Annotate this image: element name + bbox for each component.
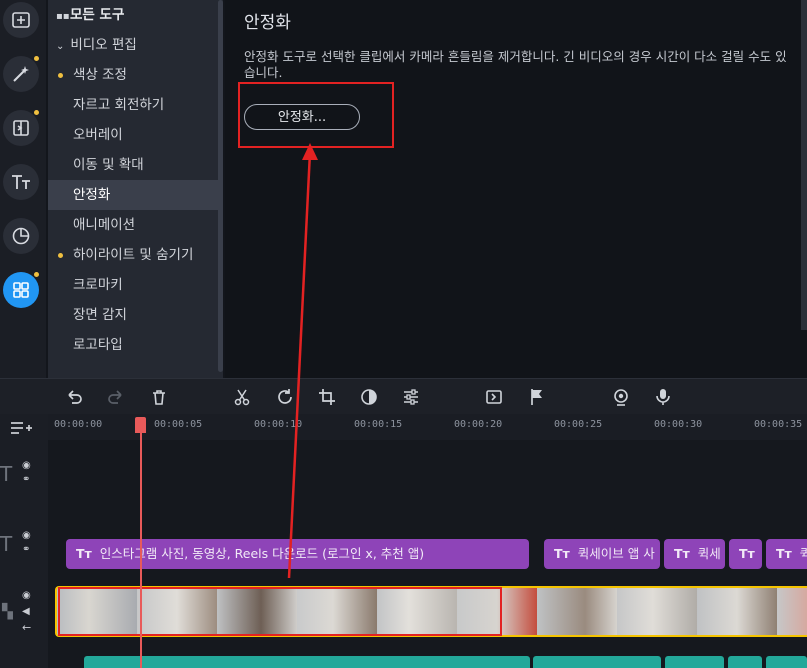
arrow-left-icon[interactable]: ← bbox=[22, 621, 31, 634]
title-clip[interactable]: Tт 인스타그램 사진, 동영상, Reels 다운로드 (로그인 x, 추천 앱… bbox=[66, 539, 529, 569]
cut-icon[interactable] bbox=[233, 388, 251, 406]
text-icon: Tт bbox=[674, 546, 690, 561]
title-track-icon: T bbox=[0, 462, 13, 486]
color-icon[interactable] bbox=[360, 388, 378, 406]
tool-item-stabilization[interactable]: 안정화 bbox=[48, 180, 223, 210]
tool-item-color[interactable]: 색상 조정 bbox=[48, 60, 223, 90]
panel-scrollbar[interactable] bbox=[801, 0, 807, 330]
ruler-tick: 00:00:25 bbox=[554, 419, 603, 430]
eye-icon[interactable]: ◉ bbox=[22, 590, 31, 601]
webcam-icon[interactable] bbox=[612, 388, 630, 406]
tool-rail bbox=[0, 0, 46, 378]
text-icon: Tт bbox=[76, 546, 92, 561]
audio-clip[interactable] bbox=[728, 656, 762, 668]
new-badge-dot bbox=[34, 272, 39, 277]
rotate-icon[interactable] bbox=[276, 388, 294, 406]
titles-button[interactable] bbox=[3, 164, 39, 200]
link-icon[interactable]: ⚭ bbox=[22, 544, 30, 555]
track-headers: T ◉ ⚭ T ◉ ⚭ ▚ ◉ ◀ ← bbox=[0, 414, 48, 668]
text-icon: Tт bbox=[739, 546, 755, 561]
tool-item-crop-rotate[interactable]: 자르고 회전하기 bbox=[48, 90, 223, 120]
all-tools-icon bbox=[13, 282, 29, 298]
title-clip[interactable]: Tт 퀵세 bbox=[664, 539, 725, 569]
tool-item-overlay[interactable]: 오버레이 bbox=[48, 120, 223, 150]
transitions-button[interactable] bbox=[3, 110, 39, 146]
new-badge-dot bbox=[34, 56, 39, 61]
new-badge-dot bbox=[34, 110, 39, 115]
badge-dot bbox=[58, 73, 63, 78]
add-media-button[interactable] bbox=[3, 2, 39, 38]
undo-icon[interactable] bbox=[65, 388, 83, 406]
chevron-down-icon: ⌄ bbox=[56, 41, 65, 52]
ruler-tick: 00:00:15 bbox=[354, 419, 403, 430]
ruler-tick: 00:00:05 bbox=[154, 419, 203, 430]
eye-icon[interactable]: ◉ bbox=[22, 460, 31, 471]
flag-icon[interactable] bbox=[528, 388, 546, 406]
ruler-tick: 00:00:30 bbox=[654, 419, 703, 430]
panel-title: 안정화 bbox=[244, 13, 291, 33]
tool-list: ▪▪모든 도구 ⌄ 비디오 편집 색상 조정 자르고 회전하기 오버레이 이동 및… bbox=[48, 0, 223, 378]
playhead[interactable] bbox=[140, 417, 142, 668]
title-clip[interactable]: Tт bbox=[729, 539, 762, 569]
text-icon: Tт bbox=[554, 546, 570, 561]
tool-item-scene-detection[interactable]: 장면 감지 bbox=[48, 300, 223, 330]
audio-clip[interactable] bbox=[84, 656, 530, 668]
filters-button[interactable] bbox=[3, 56, 39, 92]
audio-clip[interactable] bbox=[766, 656, 807, 668]
annotation-box bbox=[238, 82, 394, 148]
grid-icon: ▪▪ bbox=[56, 11, 70, 22]
tool-list-scrollbar[interactable] bbox=[218, 0, 223, 372]
audio-clip[interactable] bbox=[665, 656, 724, 668]
ruler-tick: 00:00:00 bbox=[54, 419, 103, 430]
timeline-toolbar bbox=[0, 378, 807, 415]
title-clip[interactable]: Tт 퀵세이브 앱 사 bbox=[544, 539, 660, 569]
text-icon: Tт bbox=[776, 546, 792, 561]
audio-clip[interactable] bbox=[533, 656, 661, 668]
video-track-icon: ▚ bbox=[2, 604, 13, 620]
tool-list-header[interactable]: ▪▪모든 도구 bbox=[48, 0, 223, 30]
tool-item-chroma-key[interactable]: 크로마키 bbox=[48, 270, 223, 300]
crop-icon[interactable] bbox=[318, 388, 336, 406]
ruler-tick: 00:00:10 bbox=[254, 419, 303, 430]
volume-icon[interactable]: ◀ bbox=[22, 606, 30, 617]
pip-icon[interactable] bbox=[485, 388, 503, 406]
tool-section-video-edit[interactable]: ⌄ 비디오 편집 bbox=[48, 30, 223, 60]
magic-wand-icon bbox=[13, 66, 29, 82]
title-track-icon: T bbox=[0, 532, 13, 556]
timeline-ruler[interactable]: 00:00:00 00:00:05 00:00:10 00:00:15 00:0… bbox=[48, 414, 807, 440]
link-icon[interactable]: ⚭ bbox=[22, 474, 30, 485]
mic-icon[interactable] bbox=[654, 388, 672, 406]
add-media-icon bbox=[12, 12, 30, 28]
annotation-box bbox=[58, 587, 502, 636]
tool-item-highlight-hide[interactable]: 하이라이트 및 숨기기 bbox=[48, 240, 223, 270]
transition-icon bbox=[13, 120, 29, 136]
eye-icon[interactable]: ◉ bbox=[22, 530, 31, 541]
redo-icon[interactable] bbox=[107, 388, 125, 406]
add-track-icon[interactable] bbox=[10, 420, 32, 436]
ruler-tick: 00:00:35 bbox=[754, 419, 803, 430]
stickers-button[interactable] bbox=[3, 218, 39, 254]
adjust-icon[interactable] bbox=[402, 388, 420, 406]
playhead-handle[interactable] bbox=[135, 417, 146, 433]
text-icon bbox=[12, 175, 30, 189]
ruler-tick: 00:00:20 bbox=[454, 419, 503, 430]
tool-item-pan-zoom[interactable]: 이동 및 확대 bbox=[48, 150, 223, 180]
all-tools-button[interactable] bbox=[3, 272, 39, 308]
badge-dot bbox=[58, 253, 63, 258]
sticker-icon bbox=[12, 227, 30, 245]
tool-item-logo[interactable]: 로고타입 bbox=[48, 330, 223, 360]
delete-icon[interactable] bbox=[150, 388, 168, 406]
title-clip[interactable]: Tт 퀵 bbox=[766, 539, 807, 569]
tool-item-animation[interactable]: 애니메이션 bbox=[48, 210, 223, 240]
panel-description: 안정화 도구로 선택한 클립에서 카메라 흔들림을 제거합니다. 긴 비디오의 … bbox=[244, 49, 787, 80]
